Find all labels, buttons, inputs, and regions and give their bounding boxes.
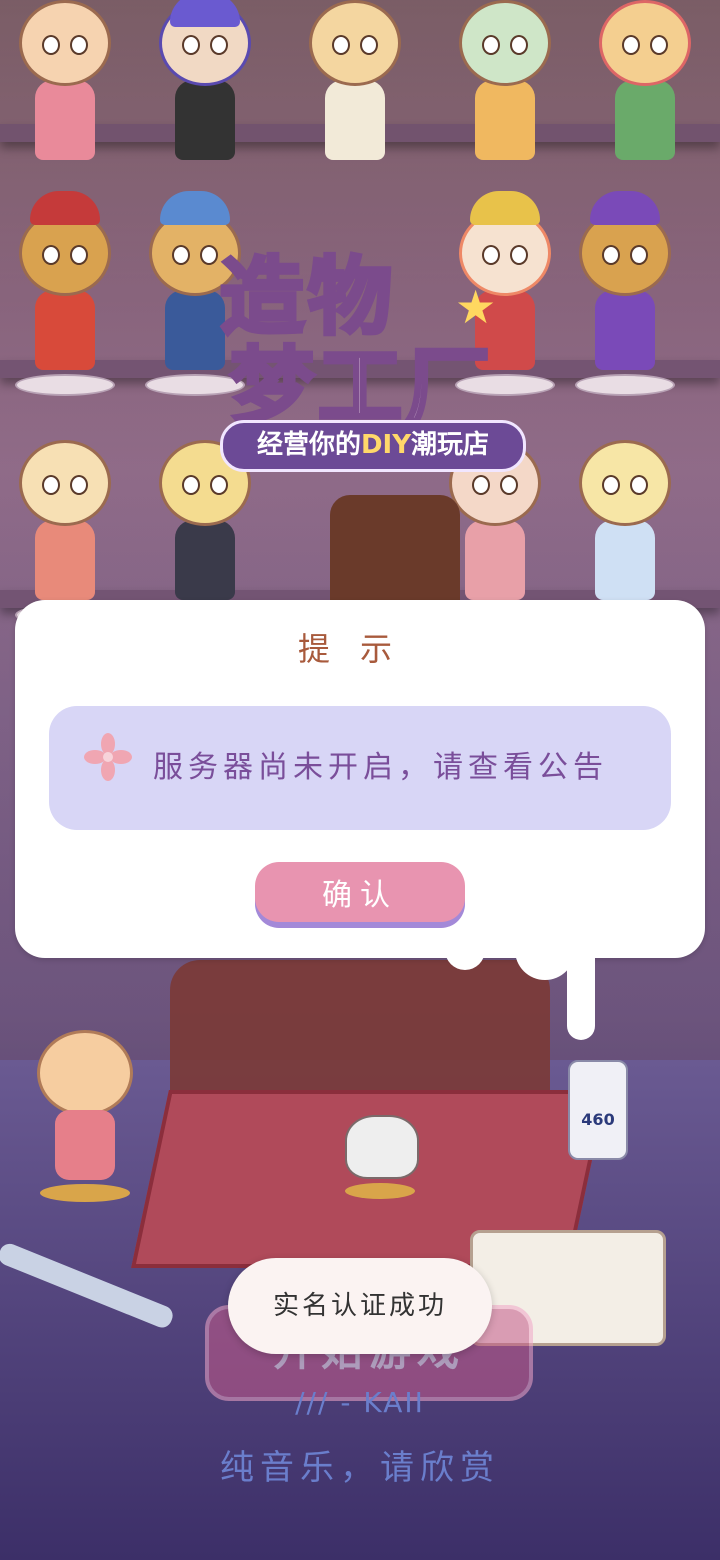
figure-toy (150, 0, 260, 160)
flower-icon (84, 733, 132, 781)
tagline-diy: DIY (360, 430, 412, 460)
figure-toy (590, 0, 700, 160)
figure-toy (10, 191, 120, 396)
toast-message: 实名认证成功 (228, 1258, 492, 1354)
shopkeeper-hat (330, 495, 460, 605)
glue-label: 460 (581, 1110, 615, 1129)
logo-tagline: 经营你的DIY潮玩店 (220, 420, 526, 472)
dialog-message: 服务器尚未开启，请查看公告 (153, 750, 608, 785)
tagline-suffix: 潮玩店 (411, 430, 490, 460)
confirm-button[interactable]: 确认 (255, 862, 465, 922)
notice-dialog: 提示 服务器尚未开启，请查看公告 确认 (15, 600, 705, 1040)
shopkeeper-body (170, 960, 550, 1110)
cat-figure (345, 1115, 419, 1210)
star-icon: ★ (455, 280, 497, 334)
figure-toy (570, 440, 680, 626)
figure-toy (30, 1000, 140, 1210)
tagline-prefix: 经营你的 (256, 430, 361, 460)
dialog-title: 提示 (297, 630, 422, 668)
figure-toy (300, 0, 410, 160)
message-box: 服务器尚未开启，请查看公告 (49, 706, 671, 830)
music-note-text: 纯音乐，请欣赏 (220, 1448, 500, 1488)
figure-toy (570, 191, 680, 396)
credit-text: /// - KAII (295, 1386, 425, 1419)
dialog-drip (567, 940, 595, 1040)
figure-toy (450, 0, 560, 160)
glue-bottle: 460 (568, 1060, 628, 1160)
game-logo: 造物 梦工厂 ★ 经营你的DIY潮玩店 (190, 190, 530, 490)
figure-toy (10, 0, 120, 160)
figure-toy (10, 440, 120, 626)
